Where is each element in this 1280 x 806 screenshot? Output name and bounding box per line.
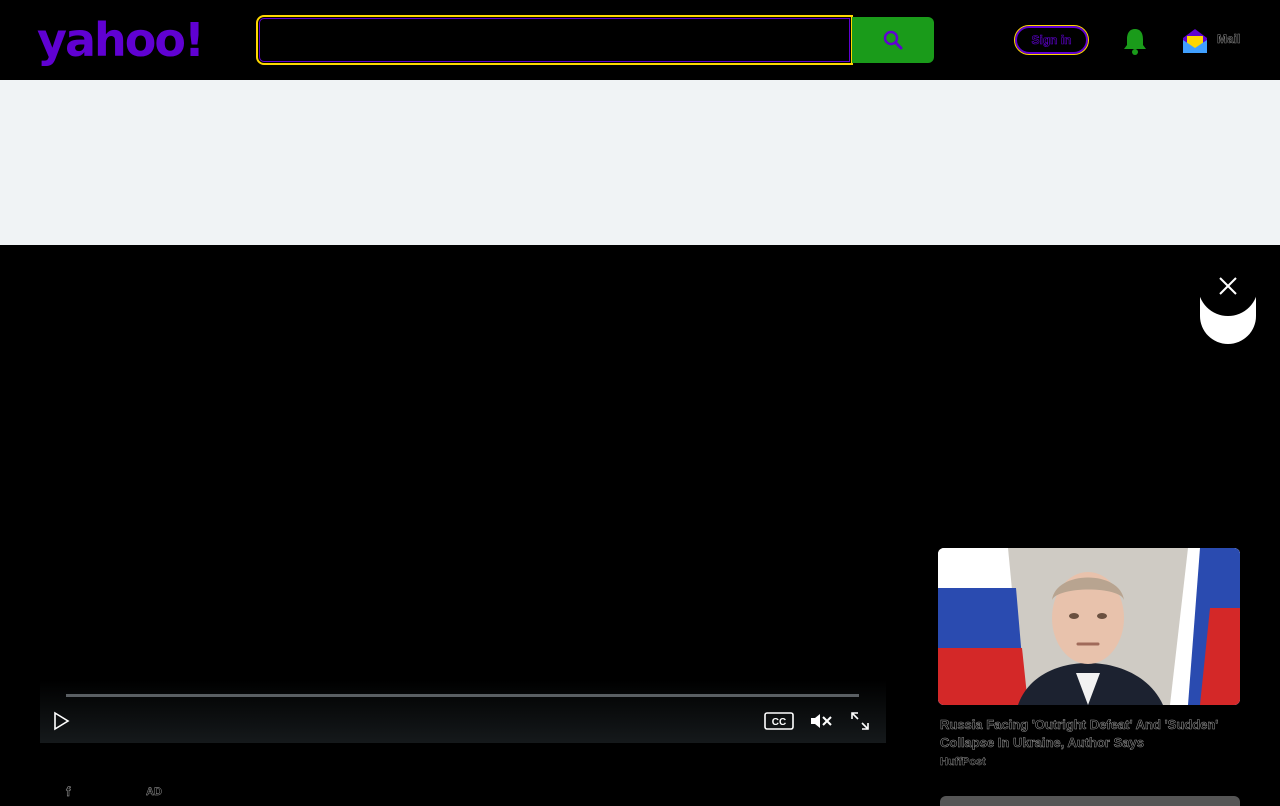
story-thumbnail[interactable] xyxy=(938,548,1240,705)
video-progress-bar[interactable] xyxy=(66,694,859,697)
closed-captions-button[interactable]: CC xyxy=(764,711,794,731)
yahoo-logo[interactable]: yahoo! xyxy=(37,10,205,70)
volume-muted-icon xyxy=(811,714,832,728)
ad-banner-area xyxy=(0,80,1280,245)
mail-icon[interactable] xyxy=(1180,26,1210,56)
facebook-share-icon[interactable]: f xyxy=(66,784,71,800)
site-header: yahoo! Sign in Mail xyxy=(0,0,1280,80)
mail-label[interactable]: Mail xyxy=(1217,32,1241,47)
next-story-thumbnail[interactable] xyxy=(940,796,1240,806)
story-title[interactable]: Russia Facing 'Outright Defeat' And 'Sud… xyxy=(940,716,1240,752)
mute-button[interactable] xyxy=(808,710,834,732)
fullscreen-button[interactable] xyxy=(848,710,872,732)
expand-icon xyxy=(851,712,869,730)
close-icon xyxy=(1219,277,1237,295)
play-icon xyxy=(54,711,70,731)
related-story-card[interactable] xyxy=(938,548,1240,705)
close-video-button[interactable] xyxy=(1198,256,1258,316)
notifications-bell-icon[interactable] xyxy=(1121,26,1149,56)
video-player[interactable] xyxy=(40,268,886,743)
svg-text:CC: CC xyxy=(772,717,786,728)
search-icon xyxy=(883,30,903,50)
sign-in-button[interactable]: Sign in xyxy=(1014,25,1089,55)
search-input[interactable] xyxy=(256,15,853,65)
ad-label: AD xyxy=(146,786,162,798)
sign-in-label: Sign in xyxy=(1031,33,1072,48)
play-button[interactable] xyxy=(50,710,72,732)
cc-icon: CC xyxy=(764,712,794,730)
story-source: HuffPost xyxy=(940,756,986,768)
video-controls-bar xyxy=(40,680,886,743)
search-button[interactable] xyxy=(852,17,934,63)
